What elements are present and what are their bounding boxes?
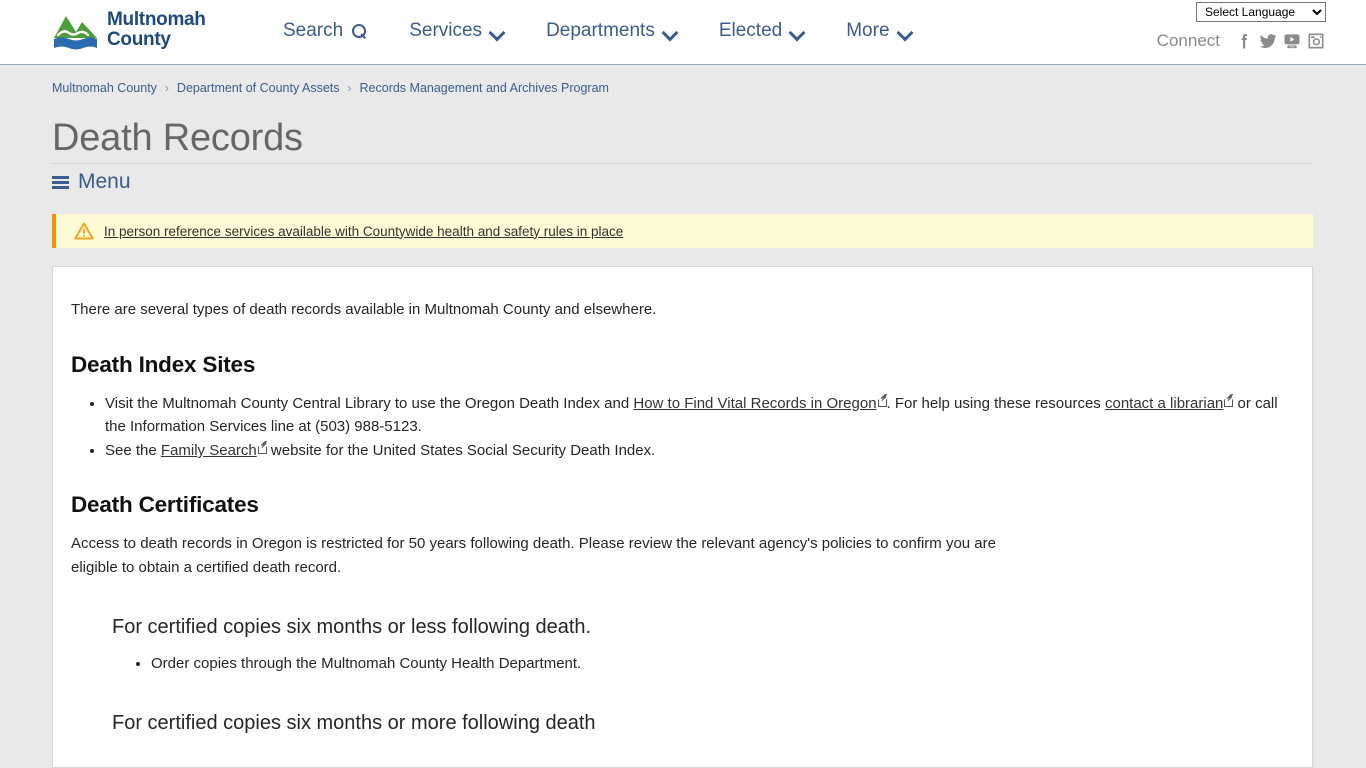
- list-item: Order copies through the Multnomah Count…: [151, 653, 1294, 676]
- youtube-icon[interactable]: Tube: [1282, 31, 1302, 51]
- item1-text-mid: . For help using these resources: [886, 394, 1105, 412]
- hamburger-icon: [52, 175, 69, 189]
- list-item: See the Family Search website for the Un…: [105, 439, 1294, 462]
- alert-banner: In person reference services available w…: [52, 214, 1313, 248]
- site-header: Multnomah County Search Services Departm…: [0, 0, 1366, 65]
- connect-label: Connect: [1156, 31, 1220, 50]
- nav-label-more: More: [846, 20, 890, 41]
- item2-text-post: website for the United States Social Sec…: [266, 442, 656, 459]
- facebook-icon[interactable]: [1234, 31, 1254, 51]
- site-logo-text: Multnomah County: [107, 10, 206, 50]
- link-family-search[interactable]: Family Search: [161, 442, 257, 459]
- item1-text-pre: Visit the Multnomah County Central Libra…: [105, 394, 634, 412]
- brand-line-2: County: [107, 29, 171, 50]
- site-logo-link[interactable]: Multnomah County: [52, 8, 206, 52]
- nav-item-elected[interactable]: Elected: [698, 20, 825, 42]
- nav-item-search[interactable]: Search: [262, 20, 388, 42]
- list-item: Visit the Multnomah County Central Libra…: [105, 392, 1294, 439]
- nav-label-departments: Departments: [546, 20, 655, 41]
- chevron-down-icon: [664, 27, 677, 35]
- page-title: Death Records: [52, 117, 303, 159]
- link-contact-a-librarian[interactable]: contact a librarian: [1105, 395, 1223, 412]
- section-heading-death-index-sites: Death Index Sites: [71, 351, 256, 377]
- breadcrumb-separator: ›: [347, 81, 352, 95]
- chevron-down-icon: [491, 27, 504, 35]
- intro-paragraph: There are several types of death records…: [71, 301, 657, 318]
- chevron-down-icon: [791, 27, 804, 35]
- main-content-card: There are several types of death records…: [52, 266, 1313, 768]
- nav-item-services[interactable]: Services: [388, 20, 525, 42]
- menu-toggle-button[interactable]: Menu: [52, 170, 131, 194]
- nav-label-elected: Elected: [718, 20, 783, 41]
- svg-text:Tube: Tube: [1289, 46, 1295, 49]
- search-icon: [352, 23, 367, 39]
- alert-link[interactable]: In person reference services available w…: [104, 224, 623, 239]
- nav-item-departments[interactable]: Departments: [525, 20, 698, 42]
- external-link-icon: [1224, 398, 1234, 407]
- nav-label-services: Services: [409, 20, 483, 41]
- instagram-icon[interactable]: [1306, 31, 1326, 51]
- death-certificates-paragraph: Access to death records in Oregon is res…: [71, 535, 996, 577]
- external-link-icon: [877, 398, 887, 407]
- breadcrumb-item-1[interactable]: Department of County Assets: [177, 81, 340, 95]
- link-label: How to Find Vital Records in Oregon: [633, 394, 877, 412]
- brand-line-1: Multnomah: [107, 9, 206, 30]
- subsection-heading-six-months-or-less: For certified copies six months or less …: [112, 616, 592, 639]
- link-label: Family Search: [160, 442, 257, 459]
- link-how-to-find-vital-records[interactable]: How to Find Vital Records in Oregon: [633, 395, 876, 412]
- death-index-sites-list: Visit the Multnomah County Central Libra…: [71, 392, 1294, 463]
- multnomah-county-logo-icon: [54, 16, 97, 50]
- breadcrumb-item-2[interactable]: Records Management and Archives Program: [360, 81, 609, 95]
- breadcrumb: Multnomah County › Department of County …: [52, 81, 609, 95]
- item2-text-pre: See the: [105, 442, 161, 459]
- nav-item-more[interactable]: More: [825, 20, 932, 42]
- breadcrumb-separator: ›: [164, 81, 169, 95]
- nav-label-search: Search: [283, 20, 344, 41]
- menu-toggle-label: Menu: [78, 170, 131, 193]
- six-months-or-less-list: Order copies through the Multnomah Count…: [71, 653, 1294, 676]
- section-heading-death-certificates: Death Certificates: [71, 492, 259, 518]
- connect-social-bar: Connect Tube: [1157, 31, 1326, 51]
- language-select[interactable]: Select Language: [1196, 2, 1326, 22]
- link-label: contact a librarian: [1104, 394, 1224, 412]
- main-navigation: Search Services Departments Elected More: [262, 20, 933, 42]
- warning-triangle-icon: [74, 222, 94, 240]
- external-link-icon: [257, 445, 267, 454]
- twitter-icon[interactable]: [1258, 31, 1278, 51]
- breadcrumb-item-0[interactable]: Multnomah County: [52, 81, 157, 95]
- chevron-down-icon: [899, 27, 912, 35]
- subsection-heading-six-months-or-more: For certified copies six months or more …: [112, 711, 596, 734]
- title-divider: [52, 163, 1313, 164]
